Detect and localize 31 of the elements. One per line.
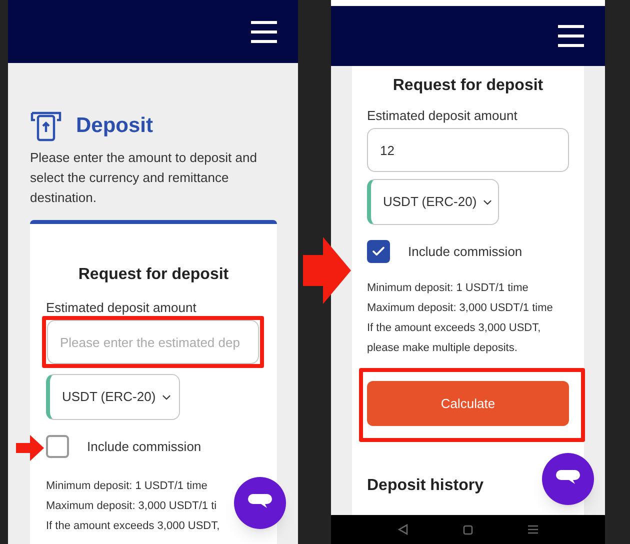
menu-icon[interactable] — [251, 20, 277, 42]
section-heading: Deposit history — [367, 476, 484, 496]
calculate-button[interactable]: Calculate — [367, 381, 569, 426]
home-icon[interactable] — [462, 524, 473, 534]
checkbox-label: Include commission — [87, 438, 202, 456]
pointer-arrow-icon — [16, 435, 44, 461]
card-heading: Request for deposit — [77, 265, 230, 285]
deposit-note: If the amount exceeds 3,000 USDT, — [367, 321, 542, 336]
field-label: Estimated deposit amount — [367, 108, 518, 124]
deposit-note: Maximum deposit: 3,000 USDT/1 ti — [46, 499, 218, 514]
amount-input-field[interactable]: Please enter the estimated dep — [47, 320, 259, 364]
pointer-arrow-icon — [303, 237, 351, 304]
checkbox-label: Include commission — [408, 242, 522, 261]
back-icon[interactable] — [398, 524, 408, 535]
commission-checkbox[interactable] — [367, 240, 390, 263]
amount-input-field[interactable]: 12 — [367, 128, 569, 172]
currency-select[interactable]: USDT (ERC-20) — [46, 374, 180, 420]
recent-apps-icon[interactable] — [528, 525, 538, 534]
page-description: Please enter the amount to deposit and select the currency and remittance destination. — [30, 149, 258, 207]
deposit-note: If the amount exceeds 3,000 USDT, — [46, 519, 221, 534]
deposit-note: Minimum deposit: 1 USDT/1 time — [367, 281, 530, 296]
commission-checkbox[interactable] — [46, 435, 69, 458]
deposit-atm-icon — [30, 110, 62, 142]
currency-select[interactable]: USDT (ERC-20) — [367, 179, 499, 225]
deposit-note: Maximum deposit: 3,000 USDT/1 time — [367, 301, 554, 316]
deposit-note: please make multiple deposits. — [367, 341, 518, 356]
page-title: Deposit — [76, 113, 154, 140]
deposit-note: Minimum deposit: 1 USDT/1 time — [46, 479, 208, 494]
menu-icon[interactable] — [558, 25, 584, 47]
field-label: Estimated deposit amount — [46, 300, 198, 316]
card-heading: Request for deposit — [392, 76, 544, 96]
